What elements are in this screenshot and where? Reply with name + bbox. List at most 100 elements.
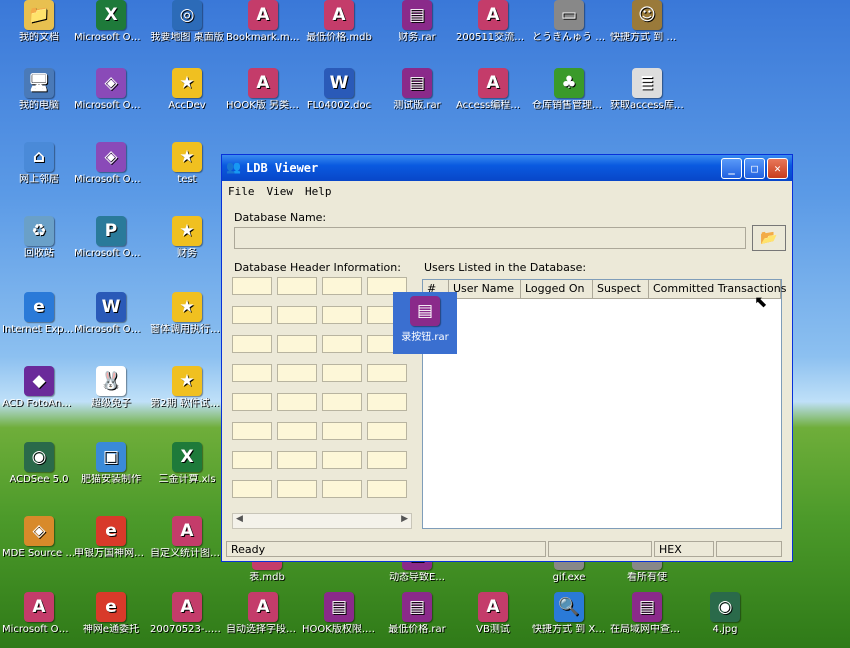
header-cell <box>322 277 362 295</box>
desktop-icon[interactable]: A VB测试 <box>456 592 530 636</box>
header-cell <box>277 480 317 498</box>
users-list-header: # User Name Logged On Suspect Committed … <box>423 280 786 299</box>
col-user-name[interactable]: User Name <box>449 280 521 298</box>
desktop-icon[interactable]: 🐰 超级兔子 <box>74 366 148 410</box>
file-icon: ▤ <box>632 592 662 622</box>
desktop-icon[interactable]: A HOOK版 另类权限.mdb <box>226 68 300 112</box>
desktop-icon[interactable]: 🖥 我的电脑 <box>2 68 76 112</box>
desktop-icon[interactable]: X Microsoft Office Ex... <box>74 0 148 44</box>
desktop-icon-label: 200511交流中心旧帖 <box>456 32 530 43</box>
desktop-icon[interactable]: ⌂ 网上邻居 <box>2 142 76 186</box>
desktop-icon[interactable]: ▤ HOOK版权限.rar <box>302 592 376 636</box>
desktop-icon[interactable]: ◎ 我要地图 桌面版 <box>150 0 224 44</box>
maximize-button[interactable]: □ <box>744 157 765 179</box>
desktop-icon-label: 超级兔子 <box>91 398 131 409</box>
users-list[interactable]: # User Name Logged On Suspect Committed … <box>422 279 786 529</box>
desktop-icon[interactable]: ★ 财务 <box>150 216 224 260</box>
scroll-left-icon[interactable]: ◀ <box>236 514 243 524</box>
desktop-icon[interactable]: 🔍 快捷方式 到 XDICT.EXE <box>532 592 606 636</box>
desktop-icon[interactable]: X 三金计算.xls <box>150 442 224 486</box>
desktop-icon[interactable]: e 神网e通委托 <box>74 592 148 636</box>
db-name-field[interactable] <box>234 227 746 249</box>
file-icon: W <box>324 68 354 98</box>
desktop-icon[interactable]: ★ 第2期 软件试用版功能... <box>150 366 224 410</box>
desktop-icon[interactable]: A 最低价格.mdb <box>302 0 376 44</box>
close-button[interactable]: ✕ <box>767 157 788 179</box>
desktop-icon-label: 测试版.rar <box>393 100 441 111</box>
desktop-icon-label: 回收站 <box>24 248 54 259</box>
desktop-icon[interactable]: A Access编程资料管理器) <box>456 68 530 112</box>
desktop-icon-label: 动态导致E... <box>389 572 445 583</box>
desktop-icon[interactable]: 📁 我的文档 <box>2 0 76 44</box>
title-bar[interactable]: 👥 LDB Viewer _ □ ✕ <box>222 155 792 181</box>
desktop-icon[interactable]: A Microsoft Office A... <box>2 592 76 636</box>
desktop-icon-label: 表.mdb <box>249 572 285 583</box>
desktop-icon[interactable]: A 自动选择字段动态导致E... <box>226 592 300 636</box>
status-extra <box>716 541 782 557</box>
header-cell <box>277 451 317 469</box>
desktop-icon[interactable]: ▤ 在局域网中查看所有使 <box>610 592 684 636</box>
header-cell <box>232 393 272 411</box>
desktop-icon-label: FL04002.doc <box>306 100 372 111</box>
dragged-file-icon[interactable]: ▤ 录按钮.rar <box>393 292 457 354</box>
menu-help[interactable]: Help <box>299 185 338 198</box>
desktop-icon[interactable]: ♣ 仓库销售管理系统(修改版) <box>532 68 606 112</box>
desktop-icon[interactable]: ★ AccDev <box>150 68 224 112</box>
col-suspect[interactable]: Suspect <box>593 280 649 298</box>
desktop-icon-label: 网上邻居 <box>19 174 59 185</box>
desktop-icon[interactable]: ♻ 回收站 <box>2 216 76 260</box>
desktop-icon[interactable]: ▤ 最低价格.rar <box>380 592 454 636</box>
desktop-icon-label: 获取access库中表的个... <box>610 100 684 111</box>
file-icon: 🔍 <box>554 592 584 622</box>
scroll-right-icon[interactable]: ▶ <box>401 514 408 524</box>
menu-file[interactable]: File <box>222 185 261 198</box>
desktop-icon[interactable]: A 200511交流中心旧帖 <box>456 0 530 44</box>
desktop-icon[interactable]: ≣ 获取access库中表的个... <box>610 68 684 112</box>
file-icon: W <box>96 292 126 322</box>
desktop-icon[interactable]: ★ 窗体调用执行另一个窗... <box>150 292 224 336</box>
desktop-icon[interactable]: ★ test <box>150 142 224 186</box>
desktop-icon-label: Microsoft Office... <box>74 248 148 259</box>
desktop-icon[interactable]: ◉ ACDSee 5.0 <box>2 442 76 486</box>
desktop-icon[interactable]: ◆ ACD FotoAng... <box>2 366 76 410</box>
file-icon: A <box>478 68 508 98</box>
header-cell <box>322 364 362 382</box>
desktop-icon[interactable]: P Microsoft Office... <box>74 216 148 260</box>
status-bar: Ready HEX <box>226 541 788 557</box>
desktop-icon[interactable]: e 申银万国神网e通旗舰版 <box>74 516 148 560</box>
desktop-icon-label: 快捷方式 到 电子蚊香... <box>610 32 684 43</box>
desktop-icon[interactable]: ▭ とうきんゅう 个人管理册 <box>532 0 606 44</box>
desktop-icon[interactable]: ▣ 肥猫安装制作 <box>74 442 148 486</box>
open-file-button[interactable]: 📂 <box>752 225 786 251</box>
desktop-icon-label: 我的文档 <box>19 32 59 43</box>
desktop-icon[interactable]: ◈ MDE Source Code Pr... <box>2 516 76 560</box>
desktop-icon[interactable]: ☺ 快捷方式 到 电子蚊香... <box>610 0 684 44</box>
desktop-icon[interactable]: W FL04002.doc <box>302 68 376 112</box>
desktop-icon[interactable]: A 20070523-...代码改写 <box>150 592 224 636</box>
file-icon: e <box>24 292 54 322</box>
file-icon: A <box>172 592 202 622</box>
desktop-icon[interactable]: A 自定义统计图表.ldb <box>150 516 224 560</box>
desktop-icon-label: 快捷方式 到 XDICT.EXE <box>532 624 606 635</box>
desktop-icon-label: 申银万国神网e通旗舰版 <box>74 548 148 559</box>
desktop-icon-label: 最低价格.mdb <box>306 32 372 43</box>
desktop-icon[interactable]: ◉ 4.jpg <box>688 592 762 636</box>
desktop-icon[interactable]: ▤ 测试版.rar <box>380 68 454 112</box>
desktop-icon[interactable]: e Internet Explorer <box>2 292 76 336</box>
header-cell <box>277 306 317 324</box>
file-icon: A <box>478 592 508 622</box>
file-icon: P <box>96 216 126 246</box>
status-hex: HEX <box>654 541 714 557</box>
desktop-icon-label: Bookmark.mdb <box>226 32 300 43</box>
header-cell <box>277 364 317 382</box>
menu-view[interactable]: View <box>261 185 300 198</box>
header-hscroll[interactable]: ◀ ▶ <box>232 513 412 529</box>
rar-icon: ▤ <box>410 296 440 326</box>
desktop-icon[interactable]: ◈ Microsoft Office... <box>74 142 148 186</box>
minimize-button[interactable]: _ <box>721 157 742 179</box>
desktop-icon[interactable]: ◈ Microsoft Office... <box>74 68 148 112</box>
desktop-icon[interactable]: ▤ 财务.rar <box>380 0 454 44</box>
desktop-icon[interactable]: A Bookmark.mdb <box>226 0 300 44</box>
desktop-icon[interactable]: W Microsoft Office W... <box>74 292 148 336</box>
col-logged-on[interactable]: Logged On <box>521 280 593 298</box>
